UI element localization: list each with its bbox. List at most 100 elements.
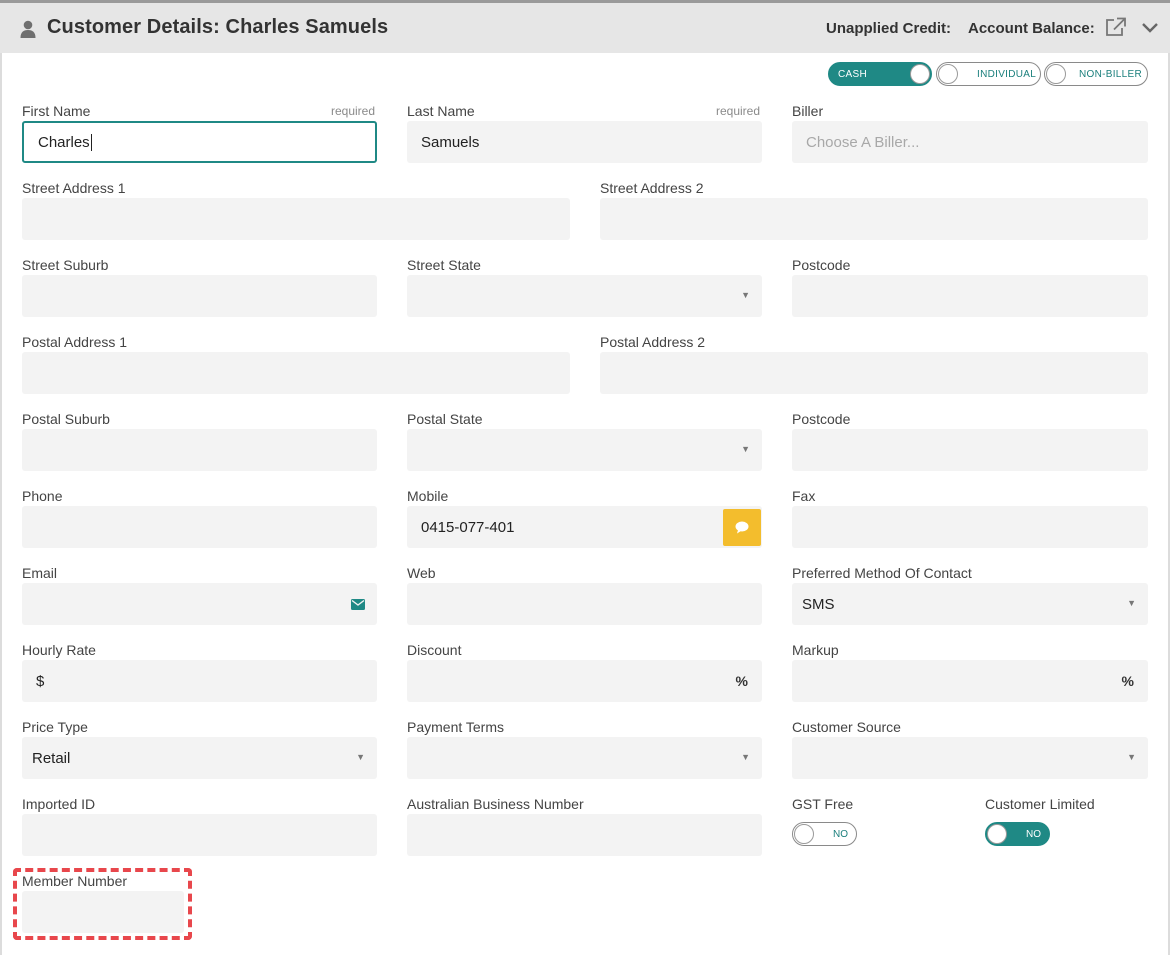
toggle-knob — [1046, 64, 1066, 84]
street-address-2-label: Street Address 2 — [600, 180, 704, 196]
currency-prefix: $ — [36, 672, 45, 690]
imported-id-input[interactable] — [22, 814, 377, 856]
payment-terms-select[interactable]: ▼ — [407, 737, 762, 779]
street-address-2-input[interactable] — [600, 198, 1148, 240]
preferred-contact-select[interactable]: SMS ▼ — [792, 583, 1148, 625]
external-link-icon[interactable] — [1105, 17, 1127, 37]
postal-state-select[interactable]: ▼ — [407, 429, 762, 471]
page-title: Customer Details: Charles Samuels — [47, 16, 388, 39]
dropdown-caret-icon: ▼ — [741, 444, 750, 454]
price-type-label: Price Type — [22, 719, 88, 735]
dropdown-caret-icon: ▼ — [741, 752, 750, 762]
mobile-input[interactable]: 0415-077-401 — [407, 506, 762, 548]
customer-limited-label: Customer Limited — [985, 796, 1095, 812]
individual-toggle-label: INDIVIDUAL — [977, 69, 1037, 80]
biller-label: Biller — [792, 103, 824, 119]
mobile-value: 0415-077-401 — [421, 518, 515, 536]
non-biller-toggle-label: NON-BILLER — [1079, 69, 1143, 80]
toggle-knob — [794, 824, 814, 844]
postal-address-1-label: Postal Address 1 — [22, 334, 128, 350]
toggle-knob — [910, 64, 930, 84]
discount-input[interactable]: % — [407, 660, 762, 702]
phone-input[interactable] — [22, 506, 377, 548]
gst-free-toggle-label: NO — [833, 829, 848, 840]
percent-suffix: % — [735, 673, 748, 689]
postal-suburb-label: Postal Suburb — [22, 411, 110, 427]
postal-postcode-input[interactable] — [792, 429, 1148, 471]
biller-placeholder: Choose A Biller... — [806, 133, 920, 151]
payment-terms-label: Payment Terms — [407, 719, 504, 735]
dropdown-caret-icon: ▼ — [356, 752, 365, 762]
dropdown-caret-icon: ▼ — [741, 290, 750, 300]
percent-suffix: % — [1121, 673, 1134, 689]
customer-name: Charles Samuels — [225, 16, 389, 38]
title-label: Customer Details: — [47, 16, 220, 38]
postal-address-1-input[interactable] — [22, 352, 570, 394]
customer-limited-toggle[interactable]: NO — [985, 822, 1050, 846]
customer-details-header: Customer Details: Charles Samuels Unappl… — [0, 3, 1170, 53]
street-address-1-label: Street Address 1 — [22, 180, 126, 196]
fax-input[interactable] — [792, 506, 1148, 548]
preferred-contact-value: SMS — [802, 595, 835, 613]
last-name-input[interactable]: Samuels — [407, 121, 762, 163]
fax-label: Fax — [792, 488, 816, 504]
street-state-label: Street State — [407, 257, 481, 273]
toggle-knob — [987, 824, 1007, 844]
markup-input[interactable]: % — [792, 660, 1148, 702]
first-name-input[interactable]: Charles — [22, 121, 377, 163]
last-name-value: Samuels — [421, 133, 480, 151]
email-input[interactable] — [22, 583, 377, 625]
discount-label: Discount — [407, 642, 462, 658]
price-type-select[interactable]: Retail ▼ — [22, 737, 377, 779]
postal-address-2-label: Postal Address 2 — [600, 334, 706, 350]
panel-left-border — [0, 53, 2, 955]
web-input[interactable] — [407, 583, 762, 625]
cash-toggle[interactable]: CASH — [828, 62, 932, 86]
envelope-icon[interactable] — [351, 599, 365, 610]
text-cursor — [90, 133, 92, 151]
street-postcode-input[interactable] — [792, 275, 1148, 317]
toggle-knob — [938, 64, 958, 84]
first-name-value: Charles — [38, 133, 90, 151]
first-name-label: First Name — [22, 103, 91, 119]
abn-label: Australian Business Number — [407, 796, 584, 812]
price-type-value: Retail — [32, 749, 71, 767]
postal-state-label: Postal State — [407, 411, 483, 427]
postal-postcode-label: Postcode — [792, 411, 851, 427]
customer-limited-toggle-label: NO — [1026, 829, 1041, 840]
non-biller-toggle[interactable]: NON-BILLER — [1044, 62, 1148, 86]
cash-toggle-label: CASH — [838, 69, 867, 80]
hourly-rate-label: Hourly Rate — [22, 642, 96, 658]
customer-source-label: Customer Source — [792, 719, 901, 735]
mobile-label: Mobile — [407, 488, 449, 504]
street-postcode-label: Postcode — [792, 257, 851, 273]
account-balance-label: Account Balance: — [968, 20, 1095, 37]
street-state-select[interactable]: ▼ — [407, 275, 762, 317]
postal-suburb-input[interactable] — [22, 429, 377, 471]
street-suburb-label: Street Suburb — [22, 257, 109, 273]
abn-input[interactable] — [407, 814, 762, 856]
user-icon — [20, 20, 36, 38]
street-address-1-input[interactable] — [22, 198, 570, 240]
email-label: Email — [22, 565, 58, 581]
required-indicator: required — [331, 104, 376, 118]
markup-label: Markup — [792, 642, 839, 658]
send-sms-button[interactable] — [723, 509, 761, 546]
hourly-rate-input[interactable]: $ — [22, 660, 377, 702]
preferred-contact-label: Preferred Method Of Contact — [792, 565, 972, 581]
dropdown-caret-icon: ▼ — [1127, 598, 1136, 608]
unapplied-credit-label: Unapplied Credit: — [826, 20, 952, 37]
gst-free-label: GST Free — [792, 796, 854, 812]
last-name-label: Last Name — [407, 103, 475, 119]
chevron-down-icon[interactable] — [1141, 21, 1159, 35]
required-indicator: required — [716, 104, 761, 118]
biller-select[interactable]: Choose A Biller... — [792, 121, 1148, 163]
individual-toggle[interactable]: INDIVIDUAL — [936, 62, 1041, 86]
customer-source-select[interactable]: ▼ — [792, 737, 1148, 779]
gst-free-toggle[interactable]: NO — [792, 822, 857, 846]
phone-label: Phone — [22, 488, 63, 504]
street-suburb-input[interactable] — [22, 275, 377, 317]
postal-address-2-input[interactable] — [600, 352, 1148, 394]
imported-id-label: Imported ID — [22, 796, 96, 812]
web-label: Web — [407, 565, 436, 581]
